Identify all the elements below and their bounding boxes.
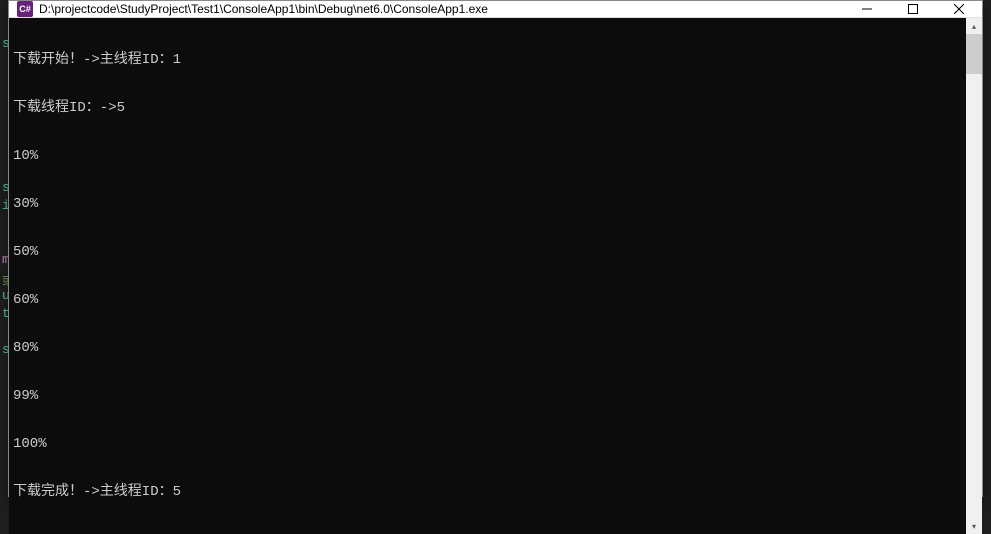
- console-line: 60%: [13, 292, 962, 308]
- console-line: 99%: [13, 388, 962, 404]
- maximize-button[interactable]: [890, 1, 936, 17]
- console-line: 下载开始！->主线程ID：1: [13, 52, 962, 68]
- console-line: 10%: [13, 148, 962, 164]
- app-icon: C#: [17, 1, 33, 17]
- console-line: 80%: [13, 340, 962, 356]
- titlebar-buttons: [844, 1, 982, 17]
- close-button[interactable]: [936, 1, 982, 17]
- minimize-button[interactable]: [844, 1, 890, 17]
- console-line: 下载完成！->主线程ID：5: [13, 484, 962, 500]
- console-body: 下载开始！->主线程ID：1 下载线程ID：->5 10% 30% 50% 60…: [9, 18, 982, 534]
- scrollbar-up-button[interactable]: ▴: [966, 18, 982, 34]
- console-window: C# D:\projectcode\StudyProject\Test1\Con…: [8, 0, 983, 497]
- scrollbar-down-button[interactable]: ▾: [966, 518, 982, 534]
- console-line: 下载线程ID：->5: [13, 100, 962, 116]
- titlebar[interactable]: C# D:\projectcode\StudyProject\Test1\Con…: [9, 1, 982, 18]
- window-title: D:\projectcode\StudyProject\Test1\Consol…: [39, 2, 844, 16]
- scrollbar-thumb[interactable]: [966, 34, 982, 74]
- console-line: 100%: [13, 436, 962, 452]
- vertical-scrollbar[interactable]: ▴ ▾: [966, 18, 982, 534]
- console-output[interactable]: 下载开始！->主线程ID：1 下载线程ID：->5 10% 30% 50% 60…: [9, 18, 966, 534]
- console-line: 30%: [13, 196, 962, 212]
- console-line: 50%: [13, 244, 962, 260]
